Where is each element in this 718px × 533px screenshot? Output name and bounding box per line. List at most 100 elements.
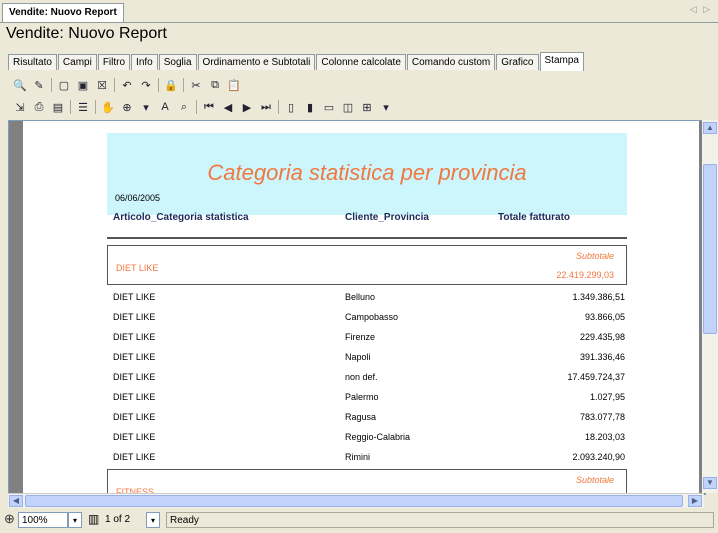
cut-icon[interactable]: ✂ <box>188 77 204 93</box>
cell-province: Ragusa <box>345 412 377 422</box>
document-tab-bar: Vendite: Nuovo Report ◁ ▷ <box>0 0 718 23</box>
paste-icon[interactable]: 📋 <box>226 77 242 93</box>
facing-pages-icon[interactable]: ▭ <box>321 99 337 115</box>
undo-icon[interactable]: ↶ <box>119 77 135 93</box>
subtotal-label: Subtotale <box>575 475 614 485</box>
tab-ordinamento[interactable]: Ordinamento e Subtotali <box>197 54 316 70</box>
separator <box>278 100 279 114</box>
window-title: Vendite: Nuovo Report <box>6 25 167 42</box>
copy-icon[interactable]: ⧉ <box>207 77 223 93</box>
dropdown-arrow-icon[interactable]: ▾ <box>378 99 394 115</box>
tab-nav-arrows[interactable]: ◁ ▷ <box>690 4 712 15</box>
vertical-scrollbar[interactable]: ▲ ▼ <box>702 120 718 493</box>
cell-category: DIET LIKE <box>113 452 156 462</box>
book-view-icon[interactable]: ◫ <box>340 99 356 115</box>
hand-tool-icon[interactable]: ✋ <box>100 99 116 115</box>
print-icon[interactable]: ⎙ <box>31 99 47 115</box>
cell-province: Campobasso <box>345 312 399 322</box>
continuous-page-icon[interactable]: ▮ <box>302 99 318 115</box>
lock-icon[interactable]: 🔒 <box>163 77 179 93</box>
table-row: DIET LIKE Rimini 2.093.240,90 <box>107 448 627 468</box>
print-preview-icon[interactable]: 🔍 <box>12 77 28 93</box>
tab-campi[interactable]: Campi <box>57 54 97 70</box>
cell-province: Firenze <box>345 332 376 342</box>
column-header-category: Articolo_Categoria statistica <box>113 212 249 223</box>
cell-total: 1.349.386,51 <box>572 292 625 302</box>
cell-province: Napoli <box>345 352 371 362</box>
cell-province: Palermo <box>345 392 379 402</box>
separator <box>158 78 159 92</box>
report-date: 06/06/2005 <box>115 193 161 203</box>
page-indicator[interactable]: 1 of 2 <box>102 512 146 528</box>
status-bar: ⊕ 100% ▾ ▥ 1 of 2 ▾ Ready <box>0 508 718 533</box>
page-setup-icon[interactable]: ▤ <box>50 99 66 115</box>
report-preview[interactable]: Categoria statistica per provincia 06/06… <box>8 120 706 495</box>
scroll-up-icon[interactable]: ▲ <box>703 122 717 134</box>
multi-page-icon[interactable]: ⊞ <box>359 99 375 115</box>
group-header-diet-like: DIET LIKE Subtotale 22.419.299,03 <box>107 245 627 285</box>
table-row: DIET LIKE Ragusa 783.077,78 <box>107 408 627 428</box>
save-icon[interactable]: ▣ <box>75 77 91 93</box>
tab-filtro[interactable]: Filtro <box>97 54 131 70</box>
cell-category: DIET LIKE <box>113 332 156 342</box>
tab-comando-custom[interactable]: Comando custom <box>406 54 496 70</box>
horizontal-scroll-thumb[interactable] <box>25 495 683 507</box>
close-icon[interactable]: ☒ <box>94 77 110 93</box>
new-icon[interactable]: ▢ <box>56 77 72 93</box>
report-title: Categoria statistica per provincia <box>207 160 527 185</box>
toolbar-row-2: ⇲ ⎙ ▤ ☰ ✋ ⊕ ▾ A ⌕ ⏮ ◀ ▶ ⏭ ▯ ▮ ▭ ◫ ⊞ ▾ <box>12 98 397 116</box>
cell-total: 93.866,05 <box>584 312 625 322</box>
find-icon[interactable]: ⌕ <box>176 99 192 115</box>
cell-total: 783.077,78 <box>579 412 625 422</box>
tab-info[interactable]: Info <box>131 54 158 70</box>
vertical-scroll-thumb[interactable] <box>703 164 717 334</box>
separator <box>114 78 115 92</box>
scroll-right-icon[interactable]: ▶ <box>688 495 702 507</box>
scroll-down-icon[interactable]: ▼ <box>703 477 717 489</box>
group-tree-icon[interactable]: ☰ <box>75 99 91 115</box>
tab-colonne-calcolate[interactable]: Colonne calcolate <box>316 54 406 70</box>
separator <box>196 100 197 114</box>
edit-layout-icon[interactable]: ✎ <box>31 77 47 93</box>
single-page-icon[interactable]: ▯ <box>283 99 299 115</box>
separator <box>70 100 71 114</box>
last-page-icon[interactable]: ⏭ <box>258 99 274 115</box>
report-page: Categoria statistica per provincia 06/06… <box>23 121 699 494</box>
table-row: DIET LIKE Campobasso 93.866,05 <box>107 308 627 328</box>
zoom-select[interactable]: 100% <box>18 512 68 528</box>
cell-category: DIET LIKE <box>113 372 156 382</box>
document-tab[interactable]: Vendite: Nuovo Report <box>2 3 124 22</box>
cell-category: DIET LIKE <box>113 392 156 402</box>
group-name: DIET LIKE <box>116 263 159 273</box>
header-rule <box>107 237 627 239</box>
tab-risultato[interactable]: Risultato <box>8 54 57 70</box>
column-header-total: Totale fatturato <box>498 212 571 223</box>
cell-category: DIET LIKE <box>113 412 156 422</box>
redo-icon[interactable]: ↷ <box>138 77 154 93</box>
toolbar-row-1: 🔍 ✎ ▢ ▣ ☒ ↶ ↷ 🔒 ✂ ⧉ 📋 <box>12 76 245 94</box>
tab-grafico[interactable]: Grafico <box>496 54 539 70</box>
tab-soglia[interactable]: Soglia <box>158 54 197 70</box>
first-page-icon[interactable]: ⏮ <box>201 99 217 115</box>
table-row: DIET LIKE Firenze 229.435,98 <box>107 328 627 348</box>
next-page-icon[interactable]: ▶ <box>239 99 255 115</box>
scroll-left-icon[interactable]: ◀ <box>9 495 23 507</box>
horizontal-scrollbar[interactable]: ◀ ▶ <box>8 493 704 508</box>
table-row: DIET LIKE Belluno 1.349.386,51 <box>107 288 627 308</box>
table-row: DIET LIKE Napoli 391.336,46 <box>107 348 627 368</box>
export-icon[interactable]: ⇲ <box>12 99 28 115</box>
cell-total: 229.435,98 <box>579 332 625 342</box>
subtotal-label: Subtotale <box>575 251 614 261</box>
prev-page-icon[interactable]: ◀ <box>220 99 236 115</box>
cell-province: Reggio-Calabria <box>345 432 411 442</box>
zoom-icon: ⊕ <box>4 511 15 526</box>
page-dropdown-icon[interactable]: ▾ <box>146 512 160 528</box>
zoom-dropdown-icon[interactable]: ▾ <box>68 512 82 528</box>
font-icon[interactable]: A <box>157 99 173 115</box>
cell-total: 18.203,03 <box>584 432 625 442</box>
zoom-icon[interactable]: ⊕ <box>119 99 135 115</box>
tab-stampa[interactable]: Stampa <box>539 52 584 71</box>
table-row: DIET LIKE non def. 17.459.724,37 <box>107 368 627 388</box>
report-header: Categoria statistica per provincia 06/06… <box>107 133 627 215</box>
dropdown-arrow-icon[interactable]: ▾ <box>138 99 154 115</box>
